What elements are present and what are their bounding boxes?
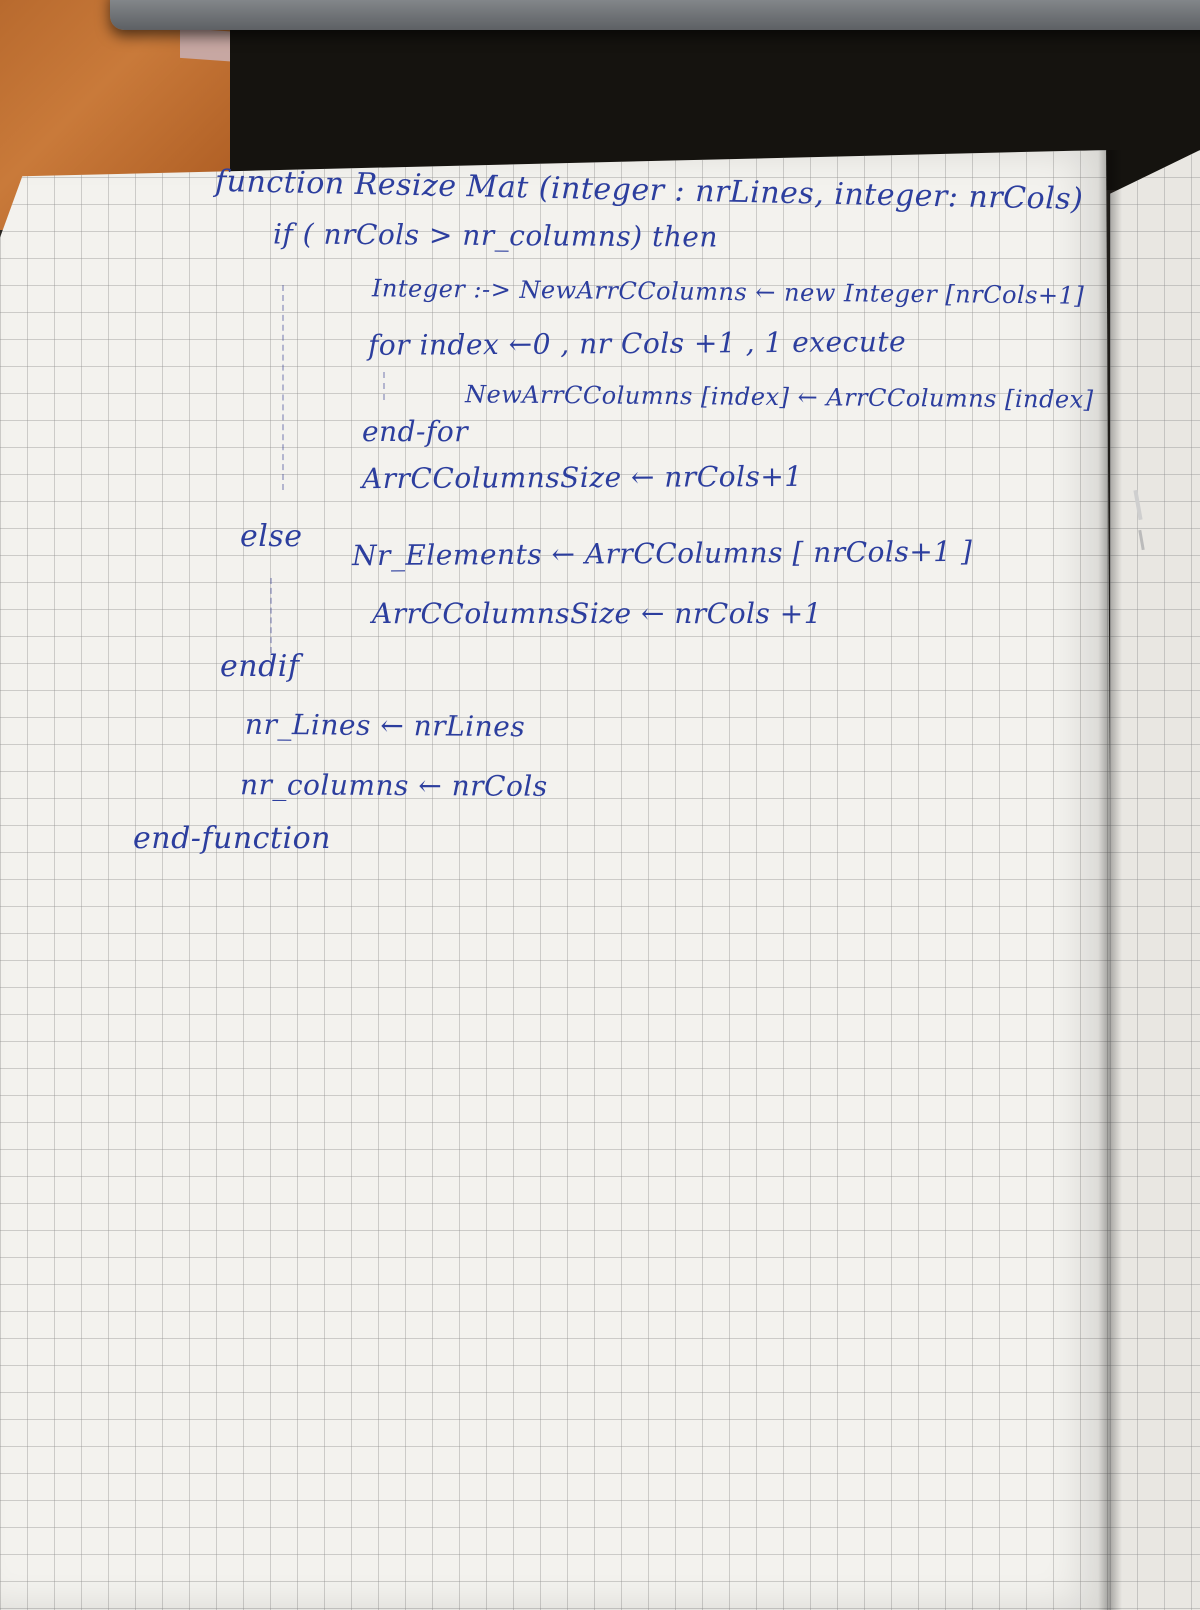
indent-guide [383,372,385,400]
line-endif: endif [220,649,300,684]
notebook-left-page [0,150,1115,1610]
line-else: else [240,519,303,554]
line-size-else: ArrCColumnsSize ← nrCols +1 [372,597,823,630]
indent-guide [282,285,284,490]
line-nr-elements: Nr_Elements ← ArrCColumns [ nrCols+1 ] [351,534,973,573]
line-nr-columns: nr_columns ← nrCols [239,768,548,803]
line-size-update: ArrCColumnsSize ← nrCols+1 [361,459,803,496]
line-for-loop: for index ←0 , nr Cols +1 , 1 execute [367,325,907,362]
line-end-function: end-function [133,821,331,856]
notebook-right-page [1110,150,1200,1610]
notebook-spine [1098,150,1122,1610]
line-if-condition: if ( nrCols > nr_columns) then [272,217,719,254]
line-integer-alloc: Integer :-> NewArrCColumns ← new Integer… [371,274,1085,310]
line-end-for: end-for [362,415,469,448]
indent-guide [270,578,272,653]
photo-scene: function Resize Mat (integer : nrLines, … [0,0,1200,1610]
line-nr-lines: nr_Lines ← nrLines [244,707,526,744]
laptop-edge [110,0,1200,30]
line-array-copy: NewArrCColumns [index] ← ArrCColumns [in… [464,380,1094,414]
